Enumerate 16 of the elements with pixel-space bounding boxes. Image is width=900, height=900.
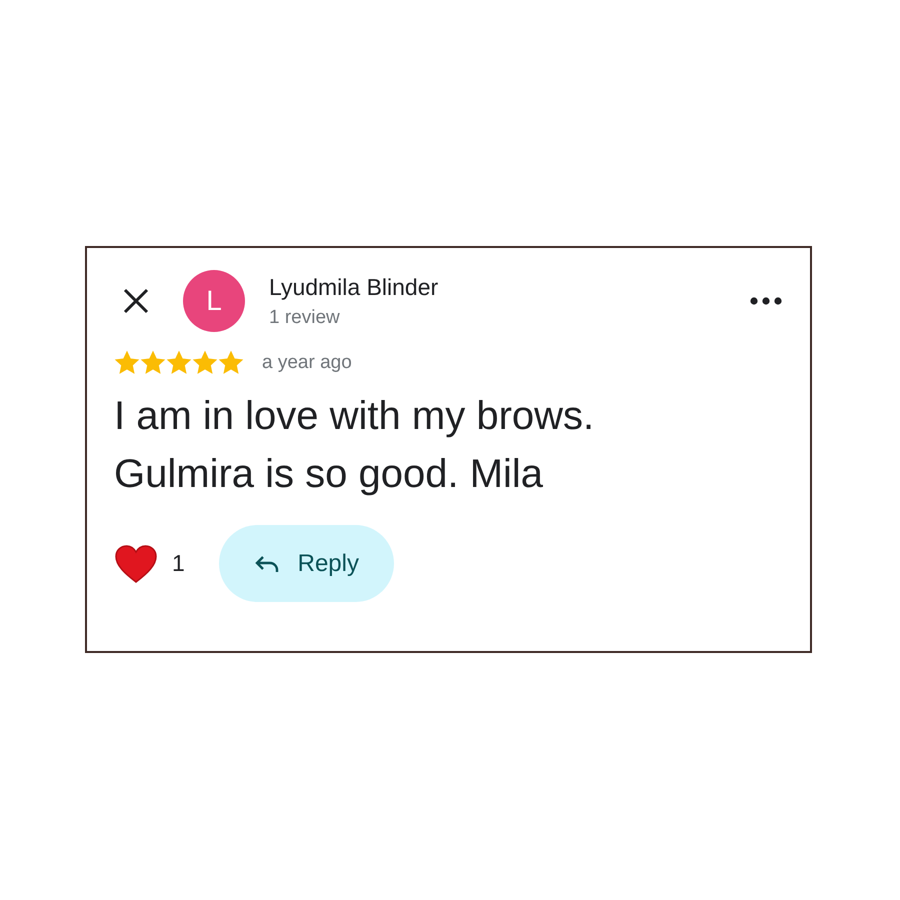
reply-icon bbox=[254, 554, 280, 574]
author-name[interactable]: Lyudmila Blinder bbox=[269, 274, 750, 300]
heart-icon[interactable] bbox=[114, 544, 158, 584]
like-count: 1 bbox=[172, 550, 185, 577]
star-icon bbox=[192, 350, 218, 375]
star-icon bbox=[166, 350, 192, 375]
close-icon[interactable] bbox=[122, 287, 150, 315]
review-time: a year ago bbox=[262, 352, 352, 374]
star-icon bbox=[114, 350, 140, 375]
star-icon bbox=[140, 350, 166, 375]
review-count: 1 review bbox=[269, 306, 341, 328]
reply-button[interactable]: Reply bbox=[218, 525, 394, 602]
more-icon[interactable] bbox=[750, 297, 782, 305]
avatar: L bbox=[183, 270, 245, 332]
star-icon bbox=[218, 350, 244, 375]
review-text: I am in love with my brows. Gulmira is so good. Mila bbox=[114, 393, 596, 498]
